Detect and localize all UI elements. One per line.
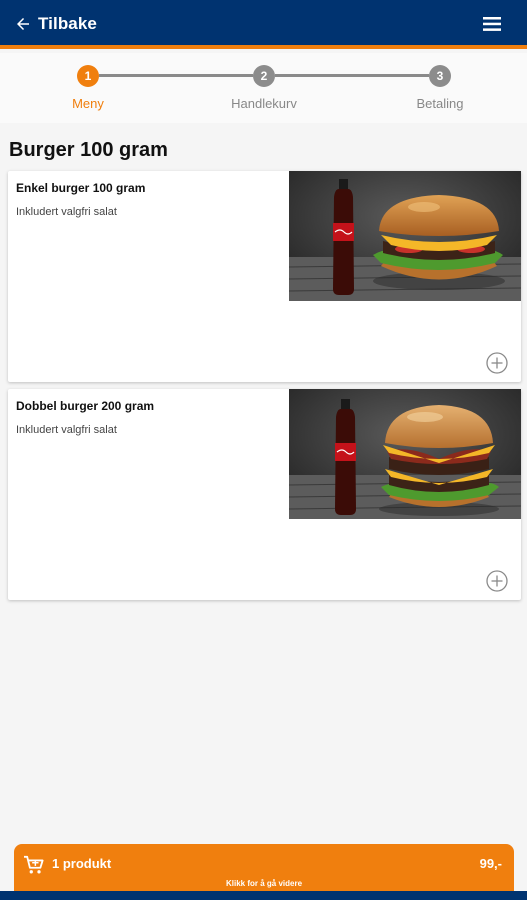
step-3-label[interactable]: Betaling bbox=[390, 96, 490, 111]
step-connector bbox=[99, 74, 253, 77]
step-1-dot[interactable]: 1 bbox=[77, 65, 99, 87]
add-to-cart-button[interactable] bbox=[486, 570, 508, 592]
hamburger-menu-icon bbox=[483, 17, 501, 31]
product-card[interactable]: Dobbel burger 200 gram Inkludert valgfri… bbox=[8, 389, 521, 600]
section-title: Burger 100 gram bbox=[9, 139, 168, 161]
product-card[interactable]: Enkel burger 100 gram Inkludert valgfri … bbox=[8, 171, 521, 382]
product-name: Dobbel burger 200 gram bbox=[16, 399, 155, 413]
top-app-bar: Tilbake bbox=[0, 0, 527, 49]
menu-button[interactable] bbox=[483, 14, 501, 34]
bottom-strip bbox=[0, 891, 527, 900]
back-label: Tilbake bbox=[38, 14, 97, 33]
cart-price: 99,- bbox=[479, 856, 502, 871]
plus-circle-icon bbox=[486, 352, 508, 374]
product-name: Enkel burger 100 gram bbox=[16, 181, 146, 195]
step-2-label[interactable]: Handlekurv bbox=[214, 96, 314, 111]
product-description: Inkludert valgfri salat bbox=[16, 206, 117, 218]
cart-icon bbox=[24, 855, 44, 874]
order-stepper: 1 2 3 Meny Handlekurv Betaling bbox=[0, 53, 527, 123]
cart-count: 1 produkt bbox=[52, 856, 112, 871]
step-2-dot[interactable]: 2 bbox=[253, 65, 275, 87]
step-3-dot[interactable]: 3 bbox=[429, 65, 451, 87]
back-button[interactable]: Tilbake bbox=[14, 11, 97, 37]
cart-hint: Klikk for å gå videre bbox=[225, 879, 303, 888]
add-to-cart-button[interactable] bbox=[486, 352, 508, 374]
arrow-left-icon bbox=[17, 18, 29, 30]
product-photo bbox=[289, 171, 521, 301]
product-photo bbox=[289, 389, 521, 519]
step-1-label[interactable]: Meny bbox=[38, 96, 138, 111]
step-connector bbox=[275, 74, 429, 77]
plus-circle-icon bbox=[486, 570, 508, 592]
product-description: Inkludert valgfri salat bbox=[16, 424, 117, 436]
